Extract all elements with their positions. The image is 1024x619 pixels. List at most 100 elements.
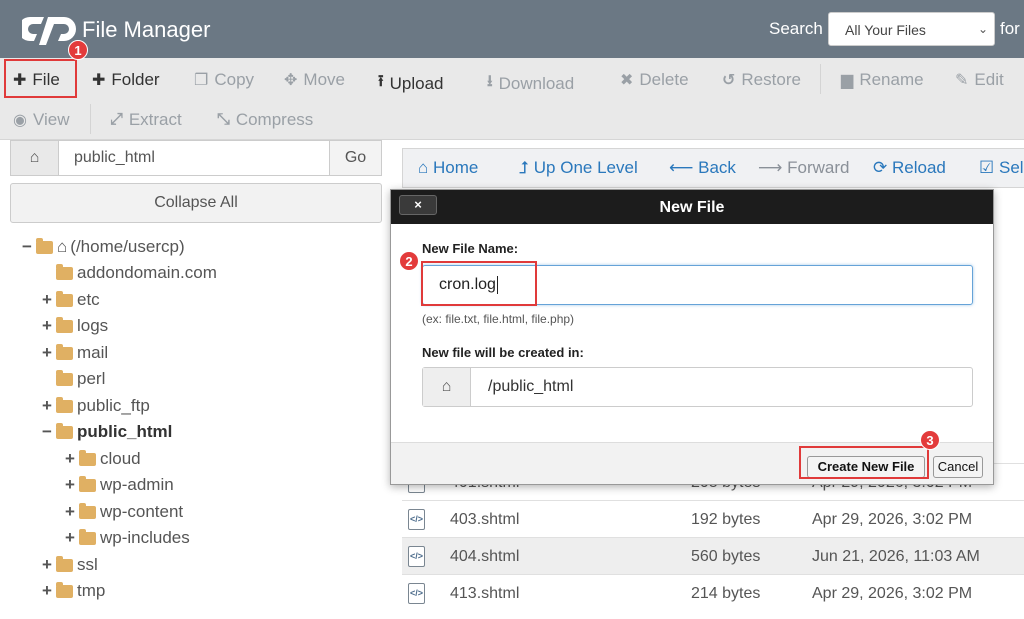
search-label: Search bbox=[769, 19, 823, 38]
tree-item-ssl[interactable]: + ssl bbox=[40, 554, 98, 576]
expand-toggle-icon[interactable]: + bbox=[63, 475, 77, 495]
file-date: Jun 21, 2026, 11:03 AM bbox=[812, 548, 980, 565]
path-input[interactable]: public_html bbox=[74, 149, 155, 167]
expand-toggle-icon[interactable]: + bbox=[40, 555, 54, 575]
tree-item-tmp[interactable]: + tmp bbox=[40, 580, 105, 602]
expand-toggle-icon[interactable]: + bbox=[40, 290, 54, 310]
view-label: View bbox=[32, 110, 70, 129]
table-row[interactable]: </> 413.shtml 214 bytes Apr 29, 2026, 3:… bbox=[402, 574, 1024, 611]
upload-button[interactable]: ⭱ Upload bbox=[378, 70, 443, 97]
restore-button[interactable]: ↺ Restore bbox=[722, 70, 801, 90]
file-name: 413.shtml bbox=[450, 585, 520, 602]
file-name-hint: (ex: file.txt, file.html, file.php) bbox=[422, 312, 575, 326]
extract-button[interactable]: ⤢ Extract bbox=[110, 110, 182, 130]
dialog-title: New File bbox=[659, 199, 725, 216]
expand-toggle-icon[interactable]: + bbox=[63, 449, 77, 469]
folder-icon bbox=[56, 555, 73, 572]
nav-up-button[interactable]: ⮥ Up One Level bbox=[519, 158, 638, 178]
tree-item-label: (/home/usercp) bbox=[70, 237, 185, 256]
chevron-down-icon: ⌄ bbox=[977, 22, 988, 36]
tree-item-logs[interactable]: + logs bbox=[40, 315, 108, 337]
folder-icon bbox=[79, 449, 96, 466]
toolbar-divider bbox=[90, 104, 91, 134]
folder-open-icon bbox=[36, 237, 53, 254]
tree-item-label: wp-admin bbox=[100, 475, 174, 494]
expand-toggle-icon[interactable]: + bbox=[63, 528, 77, 548]
search-scope-select[interactable]: All Your Files ⌄ bbox=[828, 12, 995, 46]
tree-item-label: tmp bbox=[77, 581, 106, 600]
move-button[interactable]: ✥ Move bbox=[284, 70, 345, 90]
tree-item-wp-includes[interactable]: + wp-includes bbox=[63, 527, 190, 549]
pencil-icon: ✎ bbox=[955, 72, 969, 89]
download-icon: ⭳ bbox=[487, 73, 493, 90]
cpanel-logo-icon[interactable] bbox=[22, 13, 76, 45]
destination-field[interactable]: ⌂ /public_html bbox=[422, 367, 973, 407]
expand-icon: ⤢ bbox=[110, 111, 123, 128]
eye-icon: ◉ bbox=[13, 112, 27, 129]
app-header: File Manager Search All Your Files ⌄ for bbox=[0, 0, 1024, 58]
copy-button[interactable]: ❐ Copy bbox=[194, 70, 254, 90]
tree-item-label: addondomain.com bbox=[77, 263, 217, 282]
collapse-toggle-icon[interactable]: − bbox=[40, 422, 54, 442]
nav-back-label: Back bbox=[698, 158, 736, 177]
step-3-highlight bbox=[799, 446, 929, 479]
tree-item-public-html[interactable]: − public_html bbox=[40, 421, 172, 443]
rename-button[interactable]: ▆ Rename bbox=[841, 70, 924, 90]
tree-item-addondomain[interactable]: addondomain.com bbox=[40, 262, 217, 284]
table-row[interactable]: </> 404.shtml 560 bytes Jun 21, 2026, 11… bbox=[402, 537, 1024, 574]
tree-item-etc[interactable]: + etc bbox=[40, 289, 100, 311]
tree-item-public-ftp[interactable]: + public_ftp bbox=[40, 395, 150, 417]
compress-button[interactable]: ⤡ Compress bbox=[217, 110, 313, 130]
close-button[interactable]: × bbox=[399, 195, 437, 215]
tree-item-label: public_html bbox=[77, 422, 173, 441]
expand-toggle-icon[interactable]: + bbox=[40, 396, 54, 416]
collapse-toggle-icon[interactable]: − bbox=[20, 237, 34, 257]
nav-forward-label: Forward bbox=[787, 158, 850, 177]
collapse-all-button[interactable]: Collapse All bbox=[10, 183, 382, 223]
dialog-header: New File × bbox=[391, 190, 993, 224]
go-button[interactable]: Go bbox=[329, 141, 381, 175]
nav-back-button[interactable]: ⟵ Back bbox=[669, 158, 736, 178]
table-row[interactable]: </> 403.shtml 192 bytes Apr 29, 2026, 3:… bbox=[402, 500, 1024, 537]
nav-up-label: Up One Level bbox=[533, 158, 638, 177]
expand-toggle-icon[interactable]: + bbox=[63, 502, 77, 522]
home-icon[interactable]: ⌂ bbox=[11, 141, 59, 175]
nav-forward-button[interactable]: ⟶ Forward bbox=[758, 158, 849, 178]
expand-toggle-icon[interactable]: + bbox=[40, 343, 54, 363]
home-icon: ⌂ bbox=[418, 158, 429, 177]
checkbox-icon: ☑ bbox=[979, 158, 995, 177]
expand-toggle-icon[interactable]: + bbox=[40, 316, 54, 336]
folder-icon bbox=[79, 528, 96, 545]
tree-item-home[interactable]: − ⌂ (/home/usercp) bbox=[20, 236, 185, 258]
nav-home-button[interactable]: ⌂ Home bbox=[418, 158, 478, 178]
cancel-button[interactable]: Cancel bbox=[933, 456, 983, 478]
new-folder-button[interactable]: ✚ Folder bbox=[92, 70, 160, 90]
nav-reload-button[interactable]: ⟳ Reload bbox=[873, 158, 946, 178]
tree-item-perl[interactable]: perl bbox=[40, 368, 105, 390]
home-icon: ⌂ bbox=[57, 237, 68, 256]
move-label: Move bbox=[303, 70, 345, 89]
file-name: 403.shtml bbox=[450, 511, 520, 528]
tree-item-wp-admin[interactable]: + wp-admin bbox=[63, 474, 174, 496]
tree-item-label: cloud bbox=[100, 449, 141, 468]
expand-toggle-icon[interactable]: + bbox=[40, 581, 54, 601]
file-name: 404.shtml bbox=[450, 548, 520, 565]
download-label: Download bbox=[498, 73, 575, 93]
code-file-icon: </> bbox=[408, 546, 425, 567]
tree-item-label: etc bbox=[77, 290, 100, 309]
edit-button[interactable]: ✎ Edit bbox=[955, 70, 1004, 90]
search-scope-value: All Your Files bbox=[845, 22, 926, 38]
view-button[interactable]: ◉ View bbox=[13, 110, 70, 130]
copy-label: Copy bbox=[214, 70, 255, 89]
tree-item-cloud[interactable]: + cloud bbox=[63, 448, 141, 470]
rename-label: Rename bbox=[859, 70, 924, 89]
folder-icon bbox=[79, 475, 96, 492]
nav-select-all-button[interactable]: ☑ Sele bbox=[979, 158, 1024, 178]
download-button[interactable]: ⭳ Download bbox=[487, 70, 574, 97]
rename-icon: ▆ bbox=[841, 72, 854, 89]
path-bar: ⌂ public_html Go bbox=[10, 140, 382, 176]
delete-button[interactable]: ✖ Delete bbox=[620, 70, 689, 90]
directory-panel: ⌂ public_html Go Collapse All − ⌂ (/home… bbox=[0, 140, 392, 619]
tree-item-mail[interactable]: + mail bbox=[40, 342, 108, 364]
tree-item-wp-content[interactable]: + wp-content bbox=[63, 501, 183, 523]
